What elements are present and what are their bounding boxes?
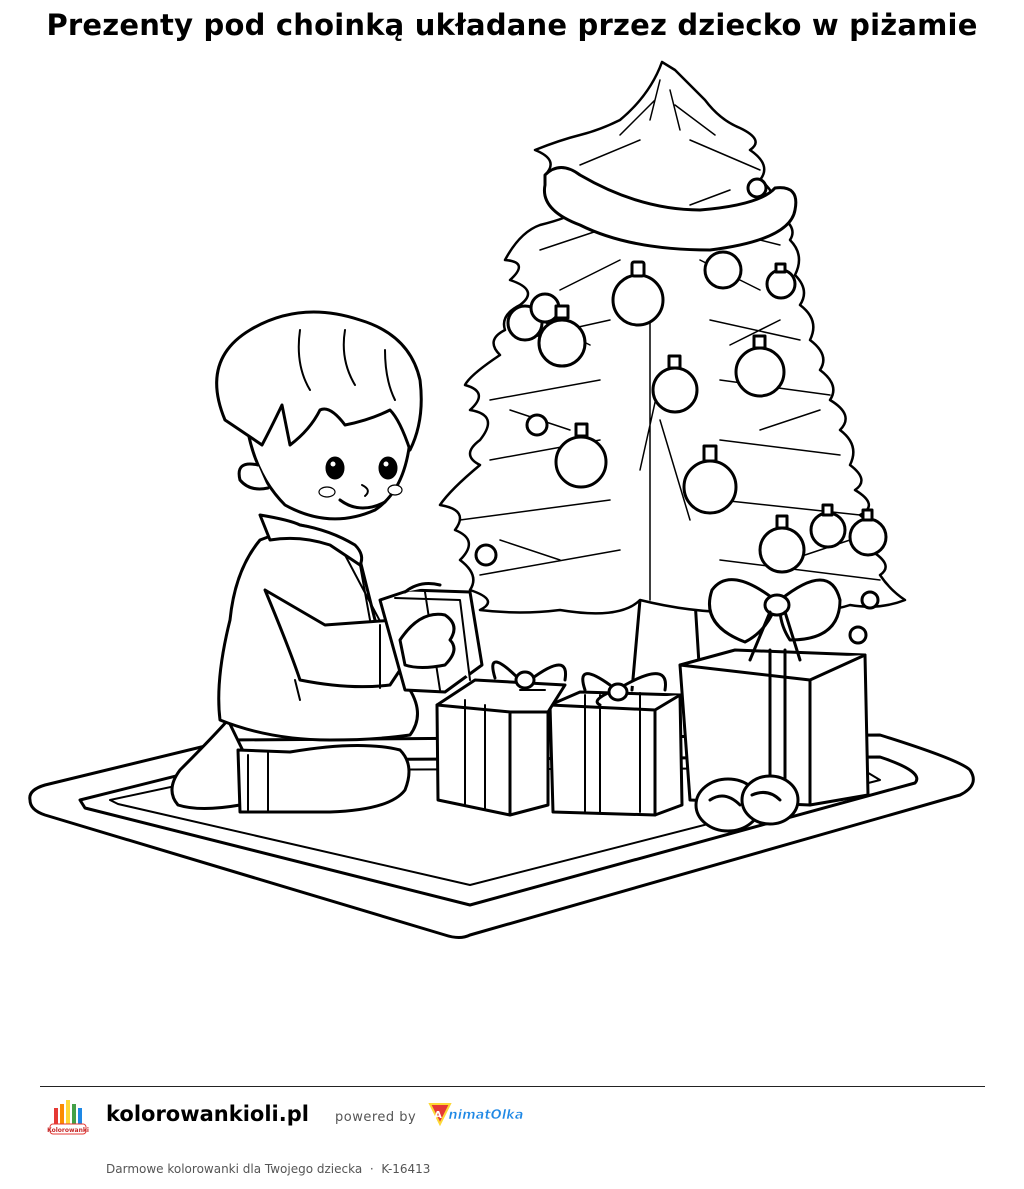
svg-text:nimatOlka: nimatOlka [448,1108,523,1123]
site-logo-icon[interactable]: Kolorowanki [44,1094,92,1142]
tagline-text: Darmowe kolorowanki dla Twojego dziecka [106,1162,363,1176]
footer-divider [40,1086,985,1087]
footer-tagline: Darmowe kolorowanki dla Twojego dziecka … [106,1162,430,1176]
coloring-page-illustration [28,60,975,939]
svg-text:Kolorowanki: Kolorowanki [47,1127,89,1134]
svg-text:A: A [434,1110,442,1121]
large-present [678,578,870,807]
partner-logo-icon[interactable]: A nimatOlka [424,1098,528,1132]
site-name-link[interactable]: kolorowankioli.pl [106,1102,309,1126]
slippers [694,774,800,833]
ornament [746,177,768,199]
present-middle [548,672,684,817]
page-code: K-16413 [381,1162,431,1176]
page-title: Prezenty pod choinką układane przez dzie… [46,8,978,42]
powered-by-label: powered by [335,1110,417,1125]
